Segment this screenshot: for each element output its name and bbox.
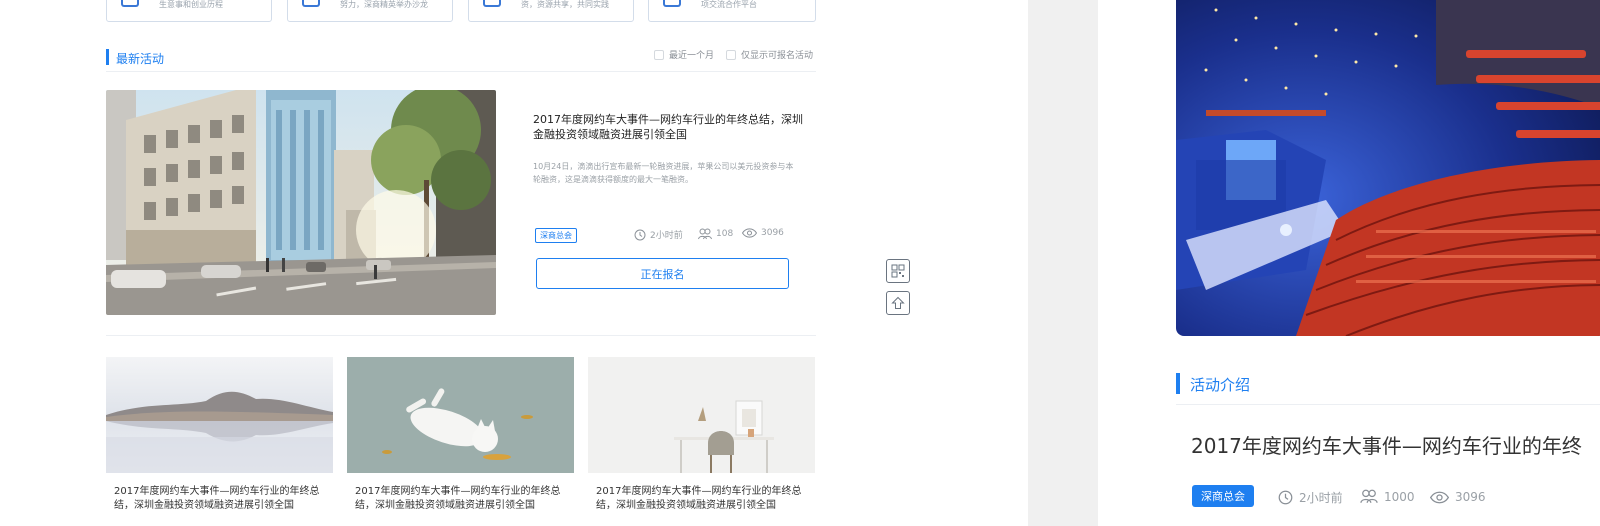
organizer-tag: 深商总会 — [535, 228, 577, 243]
checkbox[interactable] — [726, 49, 736, 60]
intro-accent-bar — [1176, 373, 1180, 394]
time-meta: 2小时前 — [1278, 489, 1343, 506]
views-count: 3096 — [1455, 490, 1486, 504]
event-card[interactable]: 2017年度网约车大事件—网约车行业的年终总结，深圳金融投资领域融资进展引领全国 — [588, 357, 815, 526]
section-header: 最新活动 最近一个月 仅显示可报名活动 — [106, 48, 816, 72]
card-title: 2017年度网约车大事件—网约车行业的年终总结，深圳金融投资领域融资进展引领全国 — [596, 486, 802, 511]
filter-open-only[interactable]: 仅显示可报名活动 — [726, 48, 813, 61]
category-card-4[interactable]: 项交流合作平台 — [648, 0, 816, 22]
people-icon — [1360, 489, 1378, 503]
cat-photo — [347, 357, 574, 473]
clock-icon — [634, 229, 646, 240]
people-icon — [698, 228, 712, 240]
intro-divider — [1176, 404, 1600, 405]
truck-icon — [663, 0, 681, 7]
city-street-photo — [106, 90, 496, 315]
filter-recent-month[interactable]: 最近一个月 — [654, 48, 714, 61]
feature-title[interactable]: 2017年度网约车大事件—网约车行业的年终总结，深圳金融投资领域融资进展引领全国 — [533, 112, 803, 142]
time-text: 2小时前 — [650, 231, 683, 241]
back-to-top-button[interactable] — [886, 291, 910, 315]
members-meta: 1000 — [1360, 489, 1415, 504]
event-hero-image — [1176, 0, 1600, 336]
section-accent-bar — [106, 49, 109, 65]
qr-code-button[interactable] — [886, 259, 910, 283]
eye-icon — [1430, 491, 1449, 503]
category-card-1[interactable]: 生意事和创业历程 — [106, 0, 272, 22]
category-card-3[interactable]: 资，资源共享，共同实践 — [468, 0, 634, 22]
people-icon — [302, 0, 320, 7]
category-text: 项交流合作平台 — [701, 0, 757, 9]
views-count: 3096 — [761, 228, 784, 238]
signup-button[interactable]: 正在报名 — [536, 258, 789, 289]
desk-chair-photo — [588, 357, 815, 473]
briefcase-icon — [121, 0, 139, 7]
feature-image[interactable] — [106, 90, 496, 315]
card-title: 2017年度网约车大事件—网约车行业的年终总结，深圳金融投资领域融资进展引领全国 — [355, 486, 561, 511]
feature-description: 10月24日，滴滴出行宣布最新一轮融资进展，苹果公司以美元投资参与本轮融资，这是… — [533, 162, 794, 184]
time-meta: 2小时前 — [634, 228, 683, 241]
views-meta: 3096 — [742, 228, 784, 238]
arrow-up-icon — [891, 296, 905, 309]
event-card[interactable]: 2017年度网约车大事件—网约车行业的年终总结，深圳金融投资领域融资进展引领全国 — [347, 357, 574, 526]
members-meta: 108 — [698, 228, 733, 240]
panel-gap — [1028, 0, 1098, 526]
category-card-2[interactable]: 努力，深商精英举办沙龙 — [287, 0, 453, 22]
lake-mountain-photo — [106, 357, 333, 473]
clock-icon — [1278, 490, 1293, 505]
section-title: 最新活动 — [116, 52, 165, 66]
members-count: 108 — [716, 229, 734, 239]
category-text: 资，资源共享，共同实践 — [521, 0, 609, 9]
members-count: 1000 — [1384, 489, 1415, 504]
event-card[interactable]: 2017年度网约车大事件—网约车行业的年终总结，深圳金融投资领域融资进展引领全国 — [106, 357, 333, 526]
page: 生意事和创业历程 努力，深商精英举办沙龙 资，资源共享，共同实践 项交流合作平台… — [0, 0, 1600, 526]
checkbox[interactable] — [654, 49, 664, 60]
organizer-tag: 深商总会 — [1192, 485, 1254, 507]
divider — [106, 335, 816, 336]
filter-label: 仅显示可报名活动 — [741, 51, 814, 61]
time-text: 2小时前 — [1299, 491, 1343, 505]
card-title: 2017年度网约车大事件—网约车行业的年终总结，深圳金融投资领域融资进展引领全国 — [114, 486, 320, 511]
concert-hall-photo — [1176, 0, 1600, 336]
detail-title: 2017年度网约车大事件—网约车行业的年终 — [1191, 434, 1582, 458]
filter-label: 最近一个月 — [669, 51, 715, 61]
qr-code-icon — [891, 264, 905, 278]
category-text: 生意事和创业历程 — [159, 0, 223, 9]
views-meta: 3096 — [1430, 490, 1486, 504]
handshake-icon — [483, 0, 501, 7]
category-text: 努力，深商精英举办沙龙 — [340, 0, 428, 9]
intro-section-title: 活动介绍 — [1190, 376, 1251, 394]
eye-icon — [742, 228, 757, 238]
